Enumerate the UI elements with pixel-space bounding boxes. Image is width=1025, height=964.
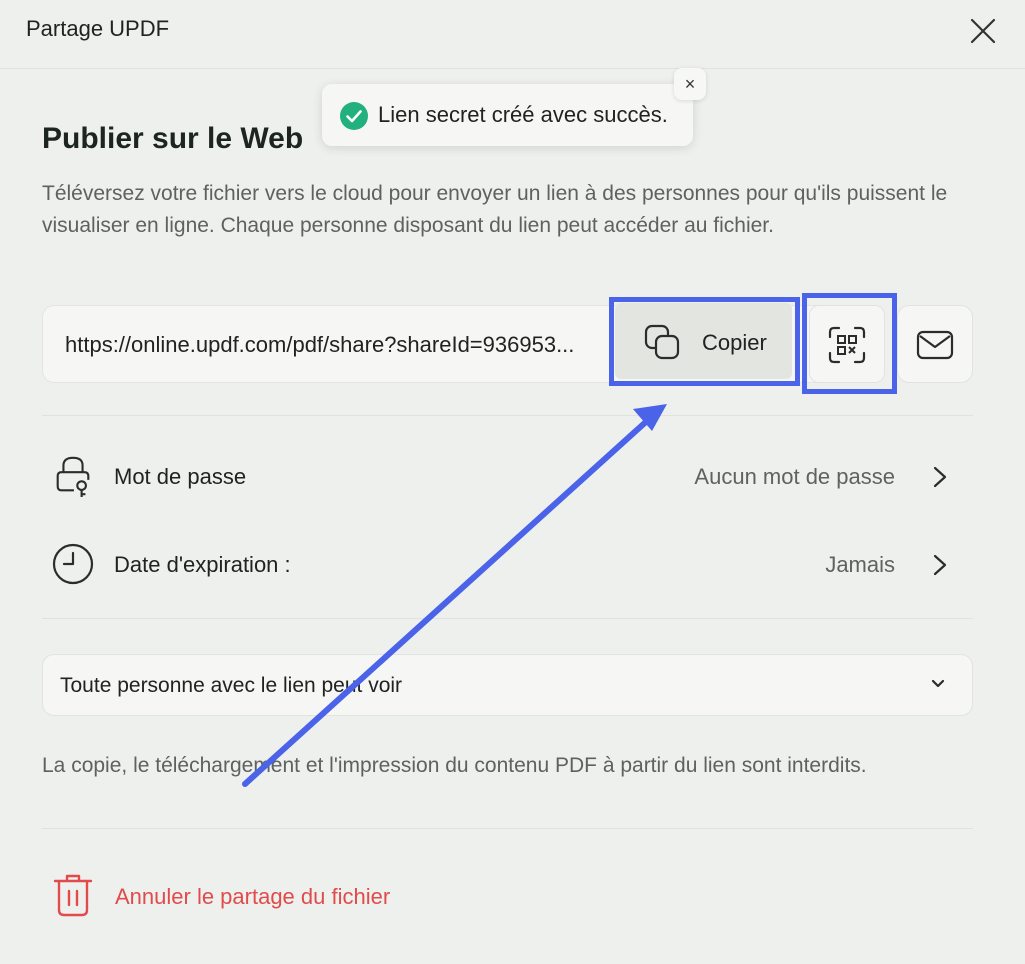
qr-code-button[interactable] <box>809 305 885 383</box>
divider <box>42 828 973 829</box>
chevron-right-icon <box>933 554 947 576</box>
chevron-down-icon <box>931 679 945 688</box>
chevron-right-icon <box>933 466 947 488</box>
copy-icon <box>644 324 680 360</box>
access-permission-select[interactable]: Toute personne avec le lien peut voir <box>42 654 973 716</box>
page-heading: Publier sur le Web <box>42 122 304 155</box>
access-permission-value: Toute personne avec le lien peut voir <box>60 674 403 697</box>
close-icon <box>970 18 996 44</box>
password-setting-row[interactable]: Mot de passe Aucun mot de passe <box>42 446 973 506</box>
lock-icon <box>56 456 90 498</box>
email-share-button[interactable] <box>897 305 973 383</box>
toast-close-button[interactable]: × <box>674 68 706 100</box>
cancel-sharing-button[interactable]: Annuler le partage du fichier <box>52 872 432 918</box>
share-dialog: Partage UPDF Publier sur le Web Télévers… <box>0 0 1025 964</box>
qr-code-icon <box>828 326 866 364</box>
expiration-label: Date d'expiration : <box>114 552 291 577</box>
expiration-setting-row[interactable]: Date d'expiration : Jamais <box>42 534 973 594</box>
description-text: Téléversez votre fichier vers le cloud p… <box>42 182 948 237</box>
title-bar: Partage UPDF <box>0 0 1025 69</box>
divider <box>42 618 973 619</box>
clock-icon <box>52 543 94 585</box>
restriction-notice: La copie, le téléchargement et l'impress… <box>42 754 867 777</box>
share-link-url: https://online.updf.com/pdf/share?shareI… <box>65 332 575 357</box>
success-toast: Lien secret créé avec succès. × <box>322 68 706 146</box>
dialog-title: Partage UPDF <box>26 16 170 41</box>
password-label: Mot de passe <box>114 464 247 489</box>
copy-link-button[interactable]: Copier <box>615 303 792 379</box>
password-value: Aucun mot de passe <box>694 464 895 489</box>
cancel-sharing-label: Annuler le partage du fichier <box>115 884 391 909</box>
trash-icon <box>53 874 93 917</box>
check-circle-icon <box>340 102 368 130</box>
copy-button-label: Copier <box>702 330 767 355</box>
toast-message: Lien secret créé avec succès. <box>378 102 668 127</box>
divider <box>42 415 973 416</box>
close-button[interactable] <box>966 14 1000 48</box>
mail-icon <box>916 330 954 360</box>
expiration-value: Jamais <box>825 552 895 577</box>
